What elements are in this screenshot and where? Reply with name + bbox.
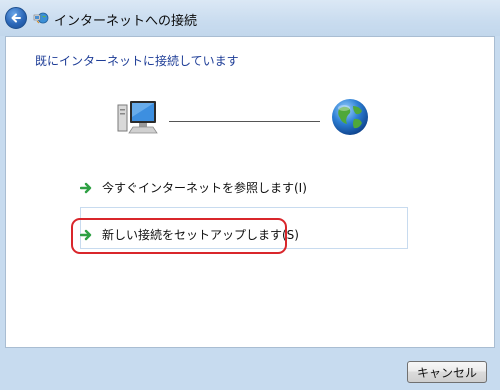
browse-internet-label: 今すぐインターネットを参照します(I) [102, 181, 307, 195]
green-arrow-icon [80, 182, 92, 193]
connection-line [169, 121, 320, 122]
back-arrow-icon [11, 13, 21, 23]
network-connection-icon [33, 12, 49, 24]
cancel-button[interactable]: キャンセル [407, 361, 487, 383]
title-bar: インターネットへの接続 [0, 0, 500, 36]
highlight-outline [71, 218, 287, 254]
back-button[interactable] [5, 7, 27, 29]
browse-internet-option[interactable]: 今すぐインターネットを参照します(I) [80, 179, 307, 196]
window-title: インターネットへの接続 [54, 14, 198, 29]
computer-icon [117, 101, 158, 134]
globe-icon [332, 99, 368, 135]
status-heading: 既にインターネットに接続しています [35, 54, 239, 68]
